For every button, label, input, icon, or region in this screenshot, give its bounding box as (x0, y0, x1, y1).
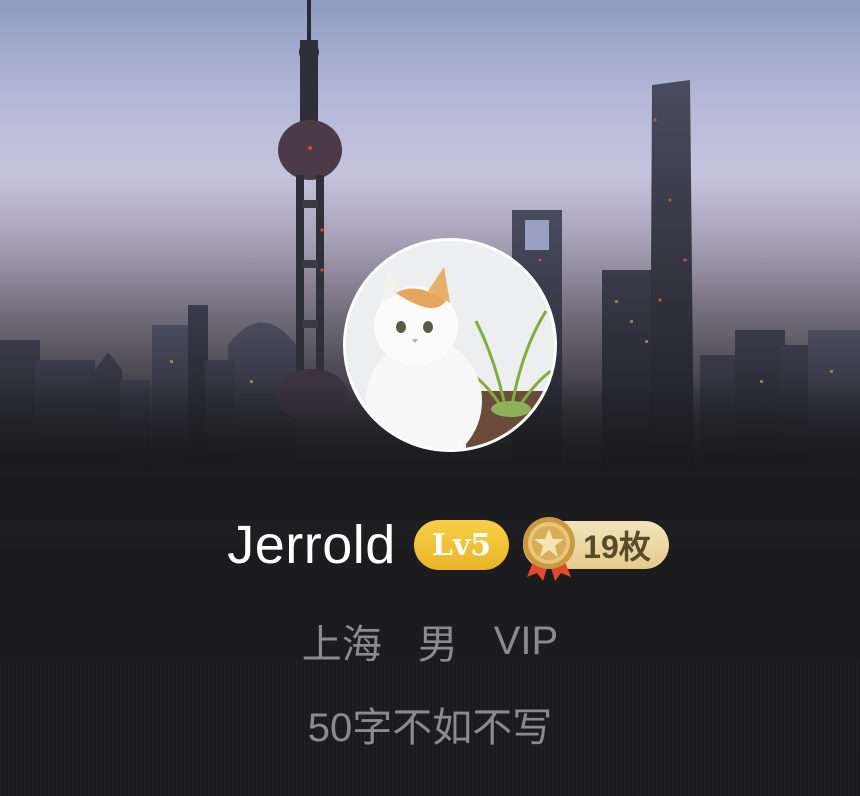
bio: 50字不如不写 (307, 706, 553, 750)
medal-count: 19枚 (583, 529, 651, 565)
medal-star-icon (523, 517, 576, 581)
name-row: Jerrold Lv5 19枚 (0, 510, 860, 581)
cat-avatar-photo (346, 241, 554, 449)
medal-count-badge[interactable]: 19枚 (523, 517, 669, 581)
location: 上海 (301, 623, 382, 667)
membership-tag: VIP (493, 618, 559, 663)
level-badge[interactable]: Lv5 (413, 520, 510, 570)
gender: 男 (417, 623, 458, 667)
profile-header: Jerrold Lv5 19枚 上海 男 VIP 50字不如不写 (0, 0, 860, 796)
avatar[interactable] (343, 238, 557, 452)
profile-meta: 上海 男 VIP (0, 612, 860, 670)
username[interactable]: Jerrold (227, 514, 396, 576)
